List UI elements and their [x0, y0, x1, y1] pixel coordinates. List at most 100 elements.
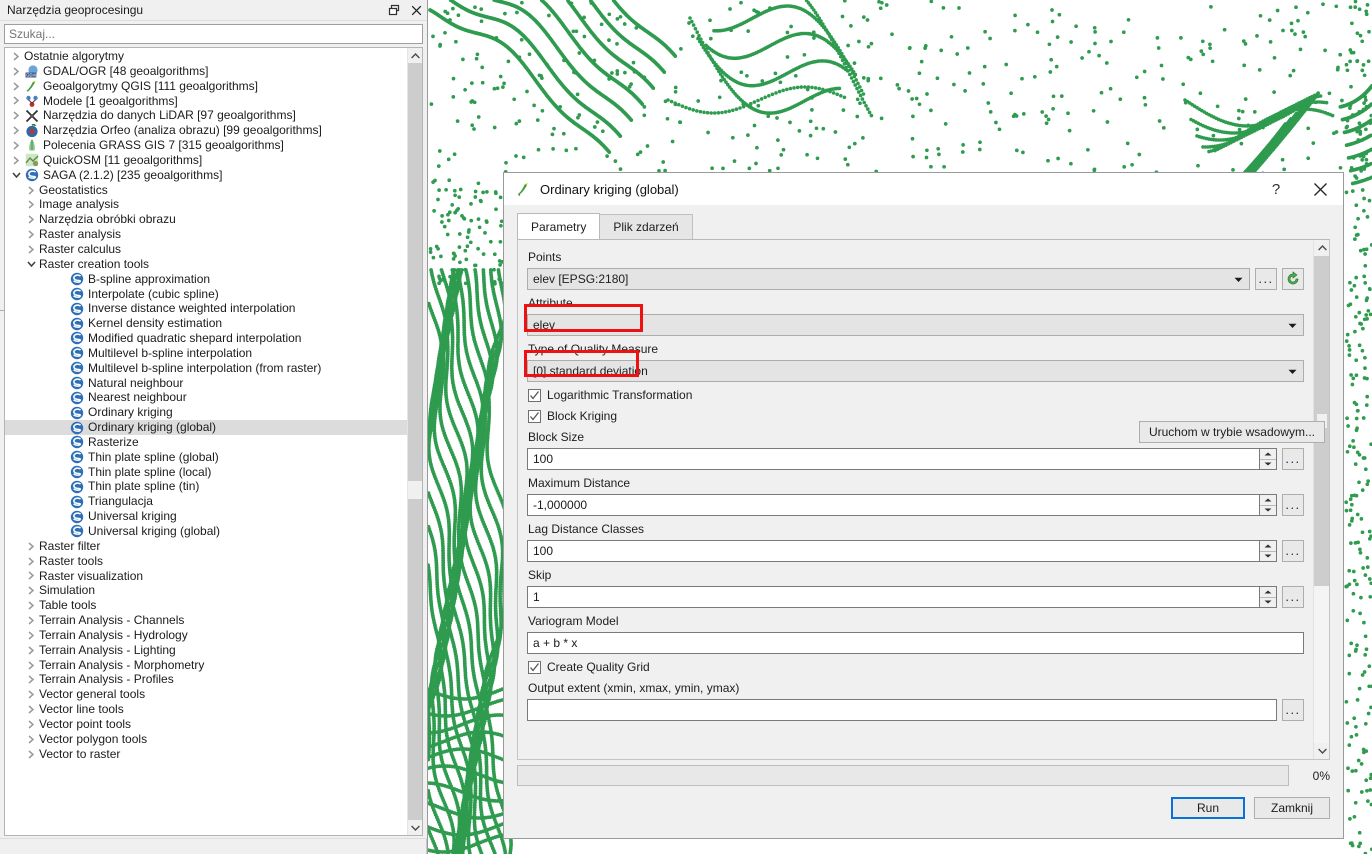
- tree-item[interactable]: Natural neighbour: [5, 376, 407, 391]
- chevron-right-icon[interactable]: [23, 571, 39, 581]
- tree-item[interactable]: Multilevel b-spline interpolation (from …: [5, 361, 407, 376]
- stepper-down-icon[interactable]: [1260, 598, 1276, 608]
- tree-item[interactable]: Universal kriging: [5, 509, 407, 524]
- chevron-right-icon[interactable]: [23, 616, 39, 625]
- chevron-right-icon[interactable]: [23, 601, 39, 610]
- chevron-right-icon[interactable]: [8, 96, 24, 106]
- tree-item[interactable]: Raster calculus: [5, 242, 407, 257]
- block-size-browse-button[interactable]: ...: [1282, 448, 1304, 470]
- chevron-right-icon[interactable]: [23, 735, 39, 744]
- tree-item[interactable]: Terrain Analysis - Channels: [5, 613, 407, 628]
- tree-item[interactable]: Multilevel b-spline interpolation: [5, 346, 407, 361]
- chevron-right-icon[interactable]: [8, 156, 24, 165]
- chevron-right-icon[interactable]: [8, 82, 24, 91]
- stepper-down-icon[interactable]: [1260, 506, 1276, 516]
- chevron-right-icon[interactable]: [23, 557, 39, 566]
- chevron-right-icon[interactable]: [8, 141, 24, 150]
- chevron-right-icon[interactable]: [23, 705, 39, 714]
- scroll-up-icon[interactable]: [408, 48, 422, 63]
- tree-item[interactable]: Geostatistics: [5, 183, 407, 198]
- refresh-icon[interactable]: [1282, 268, 1304, 290]
- block-size-input[interactable]: [527, 448, 1260, 470]
- tree-item[interactable]: Rasterize: [5, 435, 407, 450]
- tree-item[interactable]: Universal kriging (global): [5, 524, 407, 539]
- tree-item[interactable]: Narzędzia Orfeo (analiza obrazu) [99 geo…: [5, 123, 407, 138]
- tree-item[interactable]: Raster creation tools: [5, 257, 407, 272]
- chevron-right-icon[interactable]: [23, 230, 39, 239]
- chevron-right-icon[interactable]: [8, 67, 24, 76]
- tree-item[interactable]: Ordinary kriging: [5, 405, 407, 420]
- tree-item[interactable]: Table tools: [5, 598, 407, 613]
- chevron-right-icon[interactable]: [23, 185, 39, 195]
- tree-item[interactable]: Triangulacja: [5, 494, 407, 509]
- log-transform-row[interactable]: Logarithmic Transformation: [528, 388, 1304, 402]
- tree-item[interactable]: Thin plate spline (tin): [5, 479, 407, 494]
- algorithm-tree[interactable]: Ostatnie algorytmy GDAL GDAL/OGR [48 geoal…: [4, 47, 423, 836]
- lag-distance-browse-button[interactable]: ...: [1282, 540, 1304, 562]
- scroll-up-icon[interactable]: [1314, 240, 1329, 256]
- log-transform-checkbox[interactable]: [528, 388, 541, 402]
- tree-item[interactable]: Vector point tools: [5, 717, 407, 732]
- parameters-scroll-track[interactable]: [1314, 256, 1329, 743]
- chevron-right-icon[interactable]: [23, 542, 39, 551]
- tree-item[interactable]: Simulation: [5, 583, 407, 598]
- tree-item[interactable]: SAGA (2.1.2) [235 geoalgorithms]: [5, 168, 407, 183]
- tree-item[interactable]: B-spline approximation: [5, 272, 407, 287]
- stepper-up-icon[interactable]: [1260, 541, 1276, 552]
- run-batch-button[interactable]: Uruchom w trybie wsadowym...: [1138, 421, 1325, 443]
- max-distance-input[interactable]: [527, 494, 1260, 516]
- tree-scrollbar[interactable]: [407, 48, 422, 835]
- chevron-right-icon[interactable]: [8, 52, 24, 61]
- chevron-right-icon[interactable]: [23, 215, 39, 224]
- tree-item[interactable]: Raster analysis: [5, 227, 407, 242]
- tree-item[interactable]: Geoalgorytmy QGIS [111 geoalgorithms]: [5, 79, 407, 94]
- chevron-right-icon[interactable]: [23, 720, 39, 729]
- stepper-down-icon[interactable]: [1260, 460, 1276, 470]
- tree-item[interactable]: Interpolate (cubic spline): [5, 287, 407, 302]
- tree-item[interactable]: Ostatnie algorytmy: [5, 49, 407, 64]
- points-browse-button[interactable]: ...: [1255, 268, 1277, 290]
- skip-input[interactable]: [527, 586, 1260, 608]
- quality-measure-combobox[interactable]: [0] standard deviation: [527, 360, 1304, 382]
- scroll-down-icon[interactable]: [1314, 743, 1329, 759]
- tree-item[interactable]: Thin plate spline (global): [5, 450, 407, 465]
- parameters-scrollbar[interactable]: [1313, 240, 1329, 759]
- restore-window-icon[interactable]: [388, 4, 401, 17]
- tree-item[interactable]: Ordinary kriging (global): [5, 420, 407, 435]
- close-icon[interactable]: [410, 4, 423, 17]
- tree-item[interactable]: Nearest neighbour: [5, 390, 407, 405]
- tree-item[interactable]: Inverse distance weighted interpolation: [5, 301, 407, 316]
- chevron-right-icon[interactable]: [23, 690, 39, 699]
- chevron-right-icon[interactable]: [23, 660, 39, 670]
- chevron-down-icon[interactable]: [23, 260, 39, 268]
- tree-item[interactable]: Terrain Analysis - Lighting: [5, 643, 407, 658]
- skip-browse-button[interactable]: ...: [1282, 586, 1304, 608]
- tree-item[interactable]: Vector to raster: [5, 747, 407, 762]
- tree-item[interactable]: Terrain Analysis - Hydrology: [5, 628, 407, 643]
- search-input[interactable]: [4, 24, 423, 44]
- tab-parametry[interactable]: Parametry: [517, 213, 601, 239]
- stepper-up-icon[interactable]: [1260, 587, 1276, 598]
- scroll-down-icon[interactable]: [408, 820, 422, 835]
- tree-item[interactable]: QuickOSM [11 geoalgorithms]: [5, 153, 407, 168]
- tree-item[interactable]: Raster filter: [5, 539, 407, 554]
- chevron-right-icon[interactable]: [8, 111, 24, 120]
- tree-scroll-track[interactable]: [408, 63, 422, 820]
- tree-item[interactable]: Raster tools: [5, 554, 407, 569]
- max-distance-browse-button[interactable]: ...: [1282, 494, 1304, 516]
- chevron-right-icon[interactable]: [23, 646, 39, 655]
- variogram-input[interactable]: [527, 632, 1304, 654]
- close-button[interactable]: Zamknij: [1254, 797, 1330, 819]
- tree-item[interactable]: Polecenia GRASS GIS 7 [315 geoalgorithms…: [5, 138, 407, 153]
- chevron-down-icon[interactable]: [8, 171, 24, 179]
- tree-item[interactable]: Modified quadratic shepard interpolation: [5, 331, 407, 346]
- tree-item[interactable]: Vector polygon tools: [5, 732, 407, 747]
- chevron-right-icon[interactable]: [23, 675, 39, 684]
- algorithm-tree-list[interactable]: Ostatnie algorytmy GDAL GDAL/OGR [48 geoal…: [5, 48, 407, 835]
- tree-item[interactable]: Vector line tools: [5, 702, 407, 717]
- tree-item[interactable]: Raster visualization: [5, 569, 407, 584]
- help-button[interactable]: ?: [1255, 173, 1297, 205]
- quality-grid-row[interactable]: Create Quality Grid: [528, 660, 1304, 674]
- chevron-right-icon[interactable]: [23, 631, 39, 640]
- lag-distance-stepper[interactable]: [1260, 540, 1277, 562]
